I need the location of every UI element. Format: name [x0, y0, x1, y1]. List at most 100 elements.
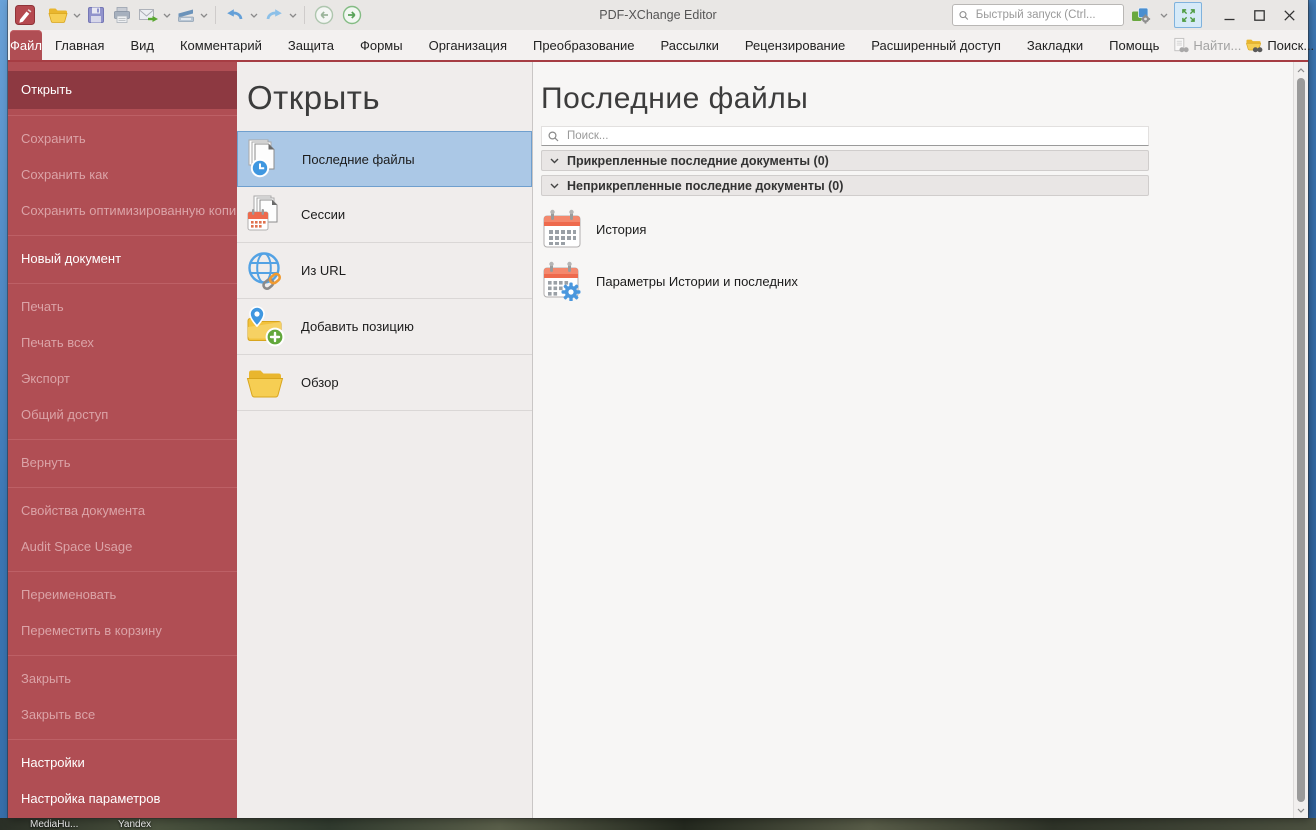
open-file-button[interactable] [44, 2, 72, 28]
tab-accessibility[interactable]: Расширенный доступ [858, 30, 1014, 60]
sidebar-item-revert[interactable]: Вернуть [8, 445, 237, 481]
quick-launch-search[interactable] [952, 4, 1124, 26]
launch-fullscreen-button[interactable] [1174, 2, 1202, 28]
history-back-button[interactable] [310, 2, 338, 28]
find-document-icon [1174, 37, 1189, 52]
ui-options-dropdown-chevron[interactable] [1160, 13, 1168, 18]
ui-options-button[interactable] [1128, 2, 1155, 28]
from-url-icon [248, 251, 282, 290]
search-button[interactable]: Поиск... [1245, 37, 1314, 54]
minimize-button[interactable] [1214, 2, 1244, 28]
sidebar-item-close-all[interactable]: Закрыть все [8, 697, 237, 733]
history-forward-button[interactable] [338, 2, 366, 28]
sidebar-item-document-properties[interactable]: Свойства документа [8, 493, 237, 529]
open-item-browse[interactable]: Обзор [237, 355, 532, 411]
email-button[interactable] [135, 2, 162, 28]
tab-view[interactable]: Вид [117, 30, 167, 60]
recent-item-history-settings[interactable]: Параметры Истории и последних [541, 255, 1308, 307]
maximize-button[interactable] [1244, 2, 1274, 28]
recent-search-field[interactable] [541, 126, 1149, 146]
redo-dropdown-chevron[interactable] [289, 13, 297, 18]
recent-files-title: Последние файлы [541, 82, 809, 115]
vertical-scrollbar[interactable] [1293, 62, 1308, 818]
sidebar-item-open[interactable]: Открыть [8, 71, 237, 109]
sessions-icon [247, 195, 278, 230]
quick-launch-input[interactable] [973, 8, 1117, 22]
chevron-down-icon [550, 158, 559, 163]
app-logo-icon [12, 2, 38, 28]
scroll-up-arrow[interactable] [1294, 63, 1308, 77]
sidebar-item-print-all[interactable]: Печать всех [8, 325, 237, 361]
sidebar-item-share[interactable]: Общий доступ [8, 397, 237, 433]
sidebar-item-rename[interactable]: Переименовать [8, 577, 237, 613]
tab-organize[interactable]: Организация [416, 30, 520, 60]
save-button[interactable] [83, 2, 109, 28]
recent-item-history[interactable]: История [541, 203, 1308, 255]
open-item-sessions[interactable]: Сессии [237, 187, 532, 243]
forward-arrow-icon [342, 5, 362, 25]
tab-home[interactable]: Главная [42, 30, 117, 60]
tab-forms[interactable]: Формы [347, 30, 416, 60]
open-panel: Открыть Последние файлы Сессии Из URL До… [237, 62, 533, 818]
recent-files-icon [248, 139, 275, 178]
sidebar-item-save-optimized[interactable]: Сохранить оптимизированную копию [8, 193, 237, 229]
search-label: Поиск... [1267, 37, 1315, 53]
sidebar-item-export[interactable]: Экспорт [8, 361, 237, 397]
section-pinned-recents[interactable]: Прикрепленные последние документы (0) [541, 150, 1149, 171]
tab-mailings[interactable]: Рассылки [647, 30, 731, 60]
section-unpinned-recents[interactable]: Неприкрепленные последние документы (0) [541, 175, 1149, 196]
scroll-down-arrow[interactable] [1294, 803, 1308, 817]
save-icon [88, 7, 104, 23]
sidebar-item-preferences[interactable]: Настройка параметров [8, 781, 237, 817]
find-label: Найти... [1193, 37, 1242, 53]
print-icon [114, 7, 130, 23]
undo-icon [227, 9, 243, 20]
recent-item-label: История [596, 221, 647, 237]
email-icon [139, 9, 158, 22]
desktop: MediaHu... Yandex PDF-XChange Editor Быс… [0, 0, 1316, 830]
open-item-recent-files[interactable]: Последние файлы [237, 131, 532, 187]
recent-search-input[interactable] [565, 129, 1142, 143]
sidebar-item-audit-space-usage[interactable]: Audit Space Usage [8, 529, 237, 565]
open-item-label: Из URL [301, 263, 346, 278]
titlebar: PDF-XChange Editor [8, 0, 1308, 30]
tab-help[interactable]: Помощь [1096, 30, 1172, 60]
tab-protect[interactable]: Защита [275, 30, 347, 60]
sidebar-item-settings[interactable]: Настройки [8, 745, 237, 781]
toolbar-separator [304, 6, 305, 24]
undo-button[interactable] [221, 2, 249, 28]
sidebar-item-move-to-trash[interactable]: Переместить в корзину [8, 613, 237, 649]
tab-convert[interactable]: Преобразование [520, 30, 648, 60]
open-item-add-place[interactable]: Добавить позицию [237, 299, 532, 355]
tab-review[interactable]: Рецензирование [732, 30, 858, 60]
scan-dropdown-chevron[interactable] [200, 13, 208, 18]
tab-comment[interactable]: Комментарий [167, 30, 275, 60]
open-item-from-url[interactable]: Из URL [237, 243, 532, 299]
undo-dropdown-chevron[interactable] [250, 13, 258, 18]
back-arrow-icon [314, 5, 334, 25]
sidebar-item-save[interactable]: Сохранить [8, 121, 237, 157]
search-icon [548, 130, 559, 141]
find-button[interactable]: Найти... [1172, 37, 1241, 54]
ui-options-icon [1132, 7, 1151, 24]
search-folder-icon [1246, 39, 1263, 52]
scan-button[interactable] [173, 2, 199, 28]
tab-file[interactable]: Файл [10, 30, 42, 60]
sidebar-item-print[interactable]: Печать [8, 289, 237, 325]
sidebar-item-new-document[interactable]: Новый документ [8, 241, 237, 277]
tab-bookmarks[interactable]: Закладки [1014, 30, 1096, 60]
pdf-xchange-window: PDF-XChange Editor Быстрый запуск (Ctrl.… [8, 0, 1314, 818]
open-panel-title: Открыть [247, 79, 381, 116]
close-button[interactable] [1274, 2, 1304, 28]
print-button[interactable] [109, 2, 135, 28]
add-place-icon [247, 305, 285, 346]
redo-button[interactable] [260, 2, 288, 28]
sidebar-item-close[interactable]: Закрыть [8, 661, 237, 697]
scrollbar-thumb[interactable] [1297, 78, 1305, 802]
recent-files-panel: Последние файлы Прикрепленные последние … [533, 62, 1308, 818]
open-file-dropdown-chevron[interactable] [73, 13, 81, 18]
open-folder-icon [48, 8, 68, 23]
email-dropdown-chevron[interactable] [163, 13, 171, 18]
section-label: Прикрепленные последние документы (0) [567, 153, 829, 168]
sidebar-item-save-as[interactable]: Сохранить как [8, 157, 237, 193]
